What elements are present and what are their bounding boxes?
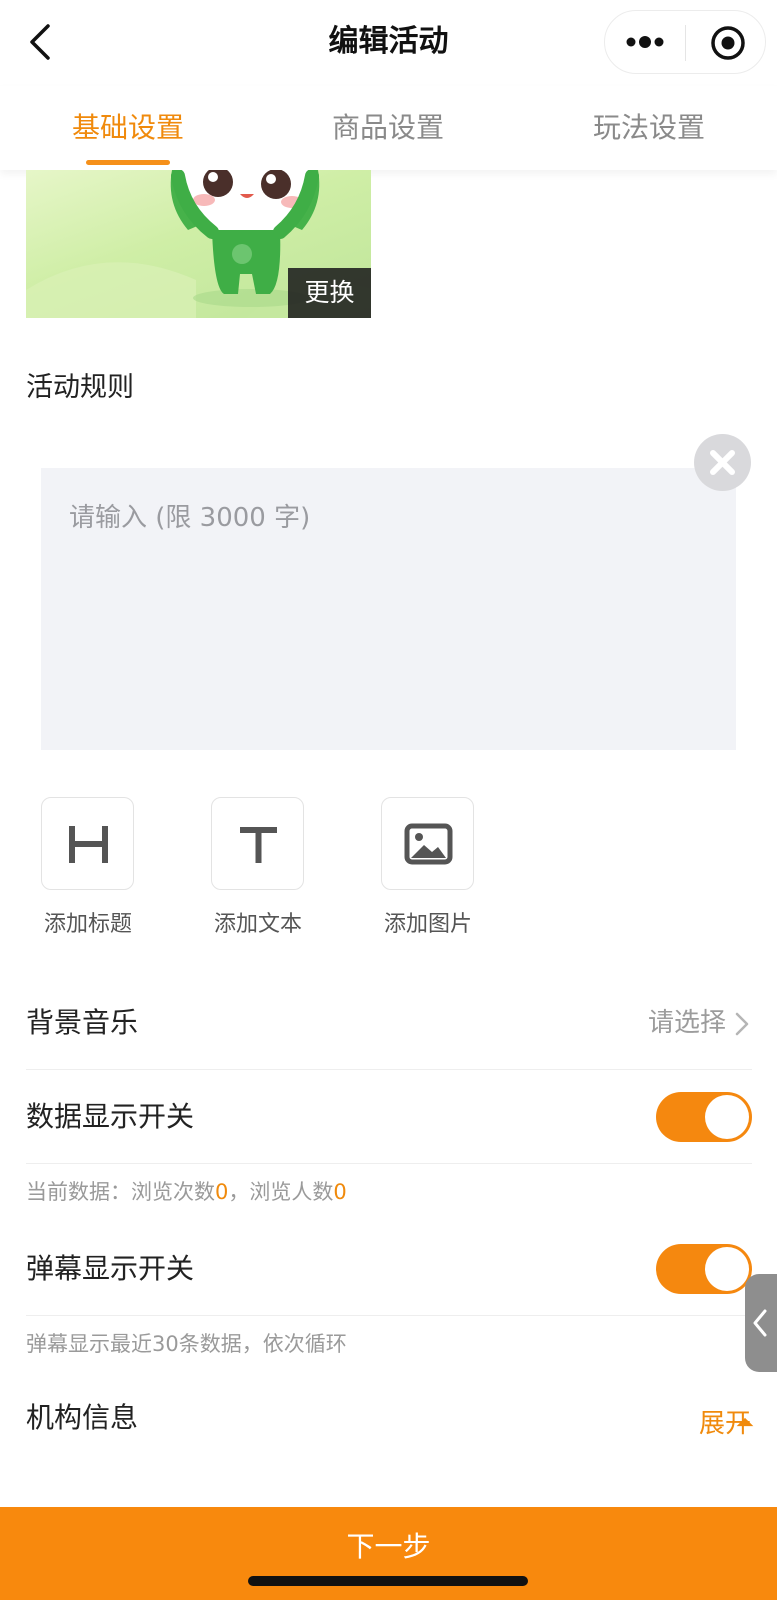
current-data-note: 当前数据：浏览次数0，浏览人数0 — [26, 1176, 347, 1208]
clear-button[interactable] — [694, 434, 751, 491]
note-text: 当前数据：浏览次数 — [26, 1180, 215, 1204]
barrage-note: 弹幕显示最近30条数据，依次循环 — [26, 1332, 347, 1356]
data-display-toggle[interactable] — [656, 1092, 752, 1142]
more-icon[interactable] — [625, 26, 665, 58]
add-text-button[interactable] — [211, 797, 304, 890]
nav-bar: 编辑活动 — [0, 0, 777, 86]
change-cover-button[interactable]: 更换 — [288, 268, 371, 318]
data-display-row: 数据显示开关 — [26, 1070, 752, 1164]
text-icon — [240, 827, 277, 863]
tab-gameplay-settings[interactable]: 玩法设置 — [559, 108, 739, 148]
add-image-label: 添加图片 — [383, 912, 472, 937]
rules-section-title: 活动规则 — [26, 372, 134, 403]
side-drawer-handle[interactable] — [745, 1274, 777, 1372]
background-music-label: 背景音乐 — [26, 1006, 139, 1039]
note-text: ，浏览人数 — [228, 1180, 334, 1204]
close-target-icon[interactable] — [708, 23, 748, 63]
add-heading-label: 添加标题 — [43, 912, 132, 937]
rules-input-placeholder[interactable]: 请输入 (限 3000 字) — [69, 500, 310, 536]
org-info-label: 机构信息 — [26, 1401, 139, 1434]
active-tab-indicator — [86, 160, 170, 165]
rules-editor[interactable]: 请输入 (限 3000 字) — [41, 468, 736, 750]
toggle-knob — [705, 1247, 749, 1291]
chevron-left-icon — [753, 1309, 767, 1337]
capsule-divider — [685, 25, 686, 61]
mini-program-capsule — [604, 10, 766, 74]
settings-tabs: 基础设置 商品设置 玩法设置 — [0, 86, 777, 170]
edit-activity-page: 编辑活动 基础设置 商品设置 玩法设置 更换 活动规则 请输入 (限 3000 … — [0, 0, 777, 1600]
image-icon — [404, 823, 453, 865]
visitor-count: 0 — [333, 1180, 347, 1204]
next-step-label: 下一步 — [346, 1530, 431, 1563]
barrage-display-label: 弹幕显示开关 — [26, 1252, 195, 1285]
data-display-label: 数据显示开关 — [26, 1100, 195, 1133]
background-music-value[interactable]: 请选择 — [648, 1005, 726, 1041]
home-indicator — [248, 1576, 528, 1586]
heading-icon — [69, 826, 108, 863]
close-icon — [710, 450, 735, 475]
barrage-display-toggle[interactable] — [656, 1244, 752, 1294]
next-step-button[interactable]: 下一步 — [0, 1507, 777, 1600]
add-text-label: 添加文本 — [213, 912, 302, 937]
background-music-row[interactable]: 背景音乐 请选择 — [26, 976, 752, 1070]
tab-product-settings[interactable]: 商品设置 — [298, 108, 478, 148]
toggle-knob — [705, 1095, 749, 1139]
add-heading-button[interactable] — [41, 797, 134, 890]
chevron-right-icon — [735, 1012, 749, 1036]
tab-basic-settings[interactable]: 基础设置 — [38, 108, 218, 148]
barrage-display-row: 弹幕显示开关 — [26, 1222, 752, 1316]
cover-image[interactable]: 更换 — [26, 170, 371, 318]
view-count: 0 — [215, 1180, 229, 1204]
triangle-up-icon — [736, 1417, 754, 1427]
add-image-button[interactable] — [381, 797, 474, 890]
